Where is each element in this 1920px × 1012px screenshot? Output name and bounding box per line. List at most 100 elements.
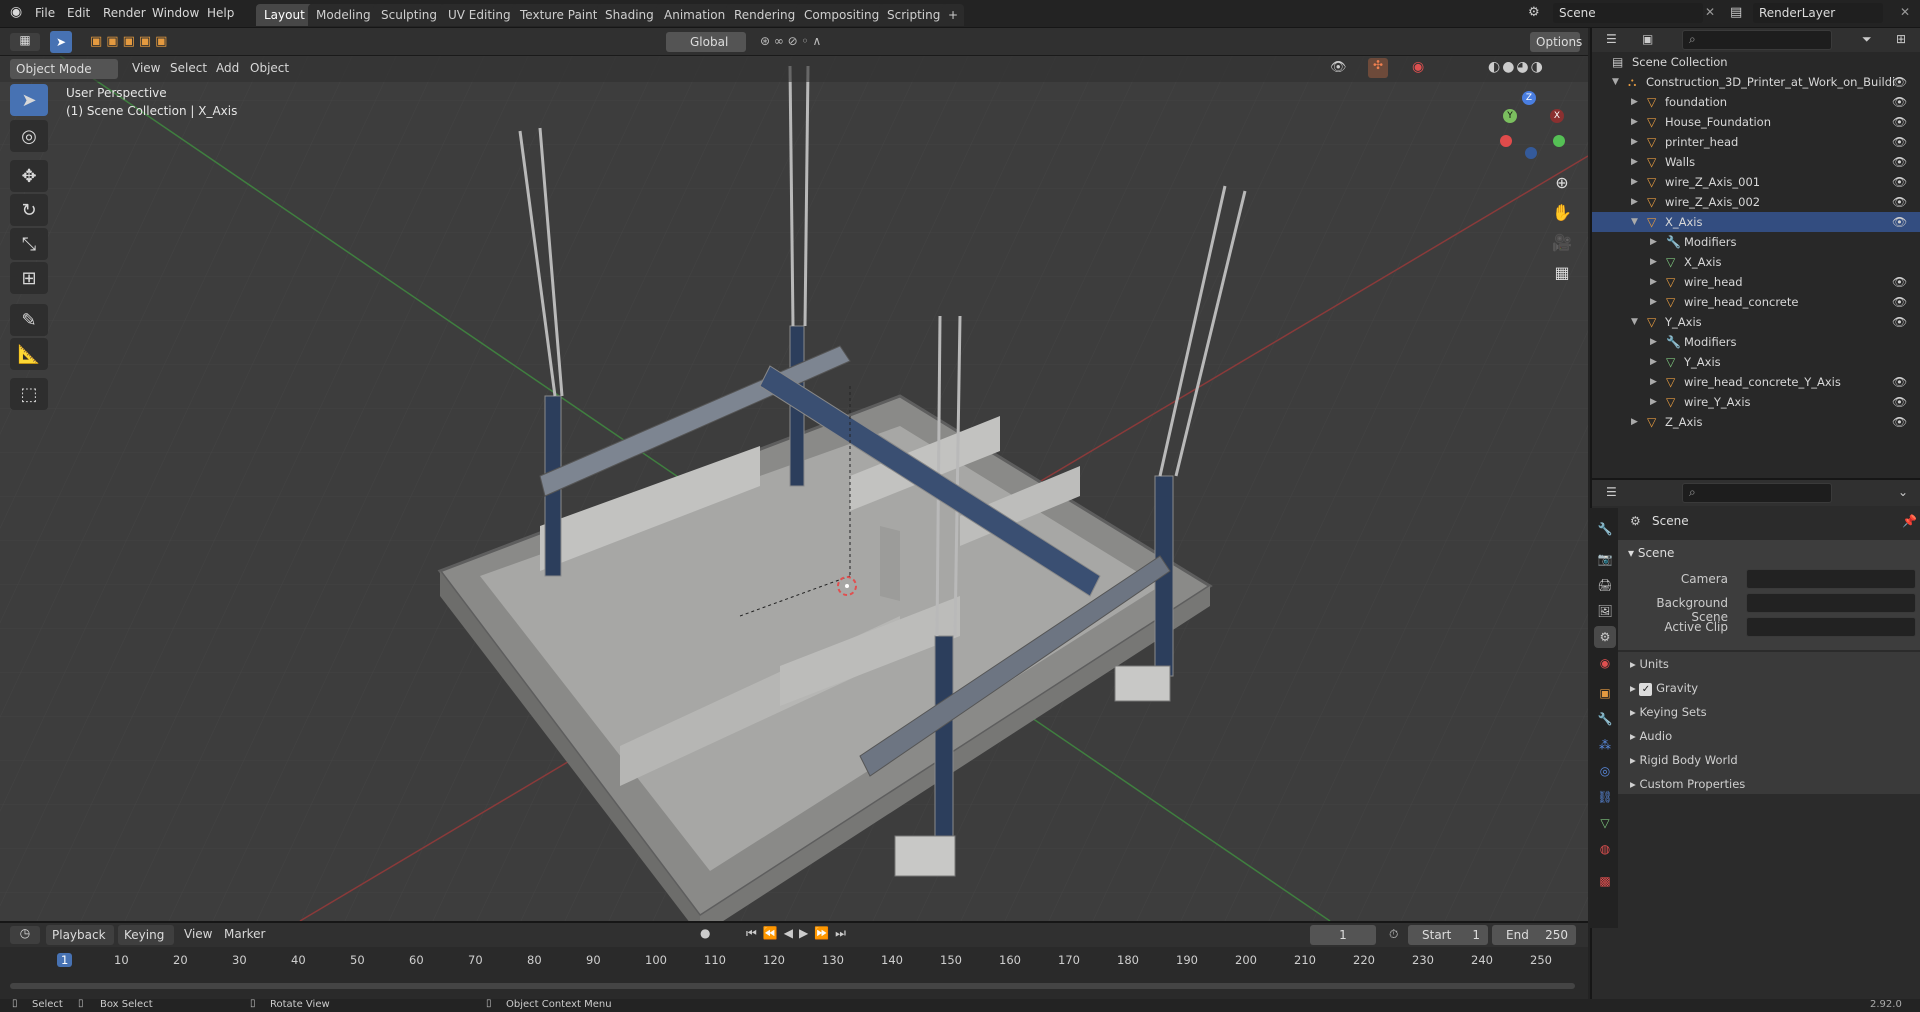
cursor-tool-icon[interactable]: ◎ [10, 120, 48, 152]
tool-tab-icon[interactable]: 🔧 [1594, 518, 1616, 540]
selection-mode-icons[interactable]: ▣▣▣▣▣ [90, 34, 171, 49]
visibility-eye-icon[interactable]: 👁 [1892, 172, 1907, 192]
visibility-eye-icon[interactable]: 👁 [1892, 312, 1907, 332]
timeline-marker-menu[interactable]: Marker [224, 927, 265, 941]
expand-down-icon[interactable]: ▼ [1631, 312, 1638, 332]
camera-view-icon[interactable]: 🎥 [1548, 228, 1576, 256]
view-layer-tab-icon[interactable]: 🖼 [1594, 600, 1616, 622]
visibility-eye-icon[interactable]: 👁 [1892, 392, 1907, 412]
visibility-eye-icon[interactable]: 👁 [1892, 212, 1907, 232]
outliner-row[interactable]: ▶ ▽ X_Axis [1592, 252, 1920, 272]
outliner-row[interactable]: ▶ ▽ wire_Y_Axis 👁 [1592, 392, 1920, 412]
properties-search-input[interactable]: ⌕ [1682, 483, 1832, 503]
active-clip-field[interactable] [1746, 617, 1916, 637]
gravity-panel[interactable]: ▸ ✓ Gravity [1618, 676, 1916, 700]
gizmo-neg-x[interactable] [1500, 135, 1512, 147]
background-scene-field[interactable] [1746, 593, 1916, 613]
expand-right-icon[interactable]: ▶ [1631, 112, 1638, 132]
expand-down-icon[interactable]: ▼ [1612, 72, 1619, 92]
tab-layout[interactable]: Layout [256, 4, 313, 26]
tab-texture-paint[interactable]: Texture Paint [512, 4, 606, 26]
add-cube-tool-icon[interactable]: ⬚ [10, 378, 48, 410]
expand-right-icon[interactable]: ▶ [1650, 292, 1657, 312]
properties-editor-icon[interactable]: ☰ [1606, 485, 1617, 499]
expand-right-icon[interactable]: ▶ [1631, 172, 1638, 192]
visibility-eye-icon[interactable]: 👁 [1892, 292, 1907, 312]
transform-tool-icon[interactable]: ⊞ [10, 262, 48, 294]
timeline-scrollbar[interactable] [10, 983, 1575, 989]
gizmo-y-axis[interactable]: Y [1503, 109, 1517, 123]
gizmo-neg-z[interactable] [1525, 147, 1537, 159]
outliner-row[interactable]: ▶ ▽ wire_Z_Axis_001 👁 [1592, 172, 1920, 192]
scene-tab-icon[interactable]: ⚙ [1594, 626, 1616, 648]
outliner-row[interactable]: ▼ ▽ X_Axis 👁 [1592, 212, 1920, 232]
end-frame-field[interactable]: End 250 [1492, 925, 1576, 945]
tab-shading[interactable]: Shading [597, 4, 662, 26]
outliner-row[interactable]: ▼ ▽ Y_Axis 👁 [1592, 312, 1920, 332]
timeline-editor-icon[interactable]: ◷ [10, 926, 40, 944]
expand-right-icon[interactable]: ▶ [1631, 412, 1638, 432]
outliner-row[interactable]: ▶ ▽ Walls 👁 [1592, 152, 1920, 172]
menu-select[interactable]: Select [170, 61, 207, 75]
expand-down-icon[interactable]: ▼ [1631, 212, 1638, 232]
add-workspace-button[interactable]: + [942, 4, 965, 26]
outliner-row[interactable]: ▶ ▽ printer_head 👁 [1592, 132, 1920, 152]
menu-object[interactable]: Object [250, 61, 289, 75]
visibility-eye-icon[interactable]: 👁 [1892, 132, 1907, 152]
gizmo-toggle-icon[interactable]: ✣ [1368, 58, 1388, 78]
expand-right-icon[interactable]: ▶ [1631, 192, 1638, 212]
object-tab-icon[interactable]: ▣ [1594, 682, 1616, 704]
menu-file[interactable]: File [35, 6, 55, 20]
scene-selector[interactable]: Scene [1553, 3, 1703, 23]
playback-controls-icons[interactable]: ⏮⏪◀▶⏩⏭ [746, 926, 852, 941]
custom-properties-panel[interactable]: ▸ Custom Properties [1618, 772, 1916, 796]
outliner-row[interactable]: ▶ 🔧 Modifiers [1592, 332, 1920, 352]
physics-tab-icon[interactable]: ◎ [1594, 760, 1616, 782]
gizmo-z-axis[interactable]: Z [1522, 91, 1536, 105]
tab-rendering[interactable]: Rendering [726, 4, 804, 26]
expand-right-icon[interactable]: ▶ [1631, 132, 1638, 152]
close-icon[interactable]: ✕ [1900, 5, 1910, 19]
playback-menu[interactable]: Playback [46, 925, 114, 945]
tab-modeling[interactable]: Modeling [308, 4, 379, 26]
keying-sets-panel[interactable]: ▸ Keying Sets [1618, 700, 1916, 724]
units-panel[interactable]: ▸ Units [1618, 652, 1916, 676]
menu-help[interactable]: Help [207, 6, 234, 20]
stopwatch-icon[interactable]: ⏱ [1389, 927, 1398, 942]
camera-field[interactable] [1746, 569, 1916, 589]
outliner-row[interactable]: ▶ ▽ wire_head 👁 [1592, 272, 1920, 292]
chevron-down-icon[interactable]: ⌄ [1898, 485, 1908, 499]
menu-add[interactable]: Add [216, 61, 239, 75]
expand-right-icon[interactable]: ▶ [1650, 232, 1657, 252]
outliner-row[interactable]: ▶ ▽ wire_head_concrete 👁 [1592, 292, 1920, 312]
scene-panel-title[interactable]: ▾ Scene [1628, 546, 1674, 560]
outliner-row[interactable]: ▼ ⛬ Construction_3D_Printer_at_Work_on_Bui… [1592, 72, 1920, 92]
keying-menu[interactable]: Keying [118, 925, 174, 945]
editor-type-icon[interactable]: ▦ [10, 33, 40, 51]
menu-render[interactable]: Render [103, 6, 146, 20]
scene-icon[interactable]: ⚙ [1528, 5, 1540, 20]
expand-right-icon[interactable]: ▶ [1650, 252, 1657, 272]
output-tab-icon[interactable]: 🖨 [1594, 574, 1616, 596]
3d-viewport[interactable]: User Perspective (1) Scene Collection | … [0, 56, 1588, 921]
visibility-eye-icon[interactable]: 👁 [1892, 372, 1907, 392]
options-dropdown[interactable]: Options [1530, 32, 1582, 52]
visibility-eye-icon[interactable]: 👁 [1892, 192, 1907, 212]
move-tool-icon[interactable]: ✥ [10, 160, 48, 192]
tab-animation[interactable]: Animation [656, 4, 734, 26]
annotate-tool-icon[interactable]: ✎ [10, 304, 48, 336]
visibility-eye-icon[interactable]: 👁 [1892, 92, 1907, 112]
outliner-row[interactable]: ▶ ▽ Y_Axis [1592, 352, 1920, 372]
transform-orientation-dropdown[interactable]: Global [666, 32, 746, 52]
visibility-eye-icon[interactable]: 👁 [1892, 112, 1907, 132]
shading-mode-icons[interactable]: ◐●◕◑ [1488, 59, 1545, 75]
ortho-grid-icon[interactable]: ▦ [1548, 258, 1576, 286]
current-frame-field[interactable]: 1 [1310, 925, 1376, 945]
menu-view[interactable]: View [132, 61, 160, 75]
visibility-eye-icon[interactable]: 👁 [1892, 152, 1907, 172]
expand-right-icon[interactable]: ▶ [1631, 92, 1638, 112]
pin-icon[interactable]: 📌 [1902, 514, 1917, 528]
pan-hand-icon[interactable]: ✋ [1548, 198, 1576, 226]
outliner-row[interactable]: ▶ ▽ foundation 👁 [1592, 92, 1920, 112]
render-tab-icon[interactable]: 📷 [1594, 548, 1616, 570]
